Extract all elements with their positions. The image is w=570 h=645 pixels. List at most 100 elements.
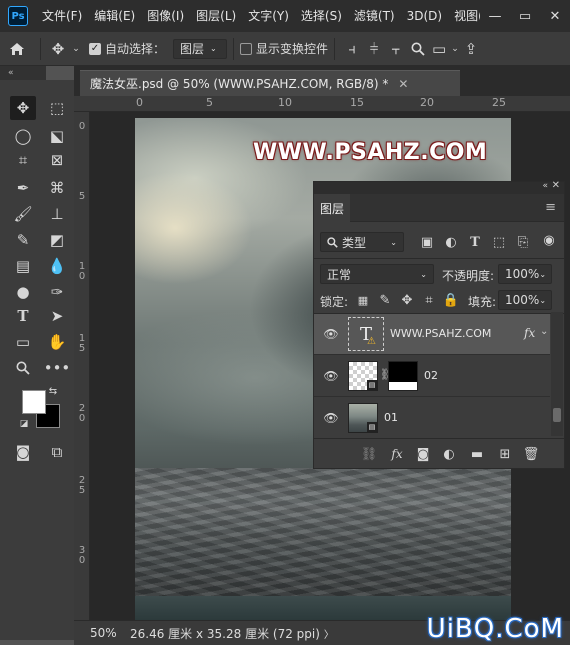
eye-icon[interactable]: 👁 [322, 369, 340, 383]
new-layer-icon[interactable]: ⊞ [496, 445, 514, 463]
type-tool-icon[interactable]: T [10, 304, 36, 328]
add-mask-icon[interactable]: ◙ [414, 445, 432, 463]
lock-all-icon[interactable]: 🔒 [442, 291, 460, 309]
filter-type-icon[interactable]: T [466, 233, 484, 251]
layer-row-01[interactable]: 👁 ▤ 01 [314, 398, 550, 439]
crop-tool-icon[interactable]: ⌗ [10, 148, 36, 172]
filter-shape-icon[interactable]: ⬚ [490, 233, 508, 251]
lasso-tool-icon[interactable]: ◯ [10, 124, 36, 148]
document-tab[interactable]: 魔法女巫.psd @ 50% (WWW.PSAHZ.COM, RGB/8) * … [80, 70, 460, 96]
lock-pixels-icon[interactable]: ✎ [376, 291, 394, 309]
quick-mask-icon[interactable]: ◙ [10, 440, 36, 464]
close-window-button[interactable]: ✕ [540, 0, 570, 32]
lock-transparency-icon[interactable]: ▦ [354, 291, 372, 309]
eye-icon[interactable]: 👁 [322, 327, 340, 341]
close-icon[interactable]: ✕ [552, 180, 560, 191]
swap-colors-icon[interactable]: ⇆ [46, 384, 60, 398]
filter-pixel-icon[interactable]: ▣ [418, 233, 436, 251]
layer-style-icon[interactable]: fx [388, 445, 406, 463]
object-select-tool-icon[interactable]: ⬕ [44, 124, 70, 148]
show-transform-control[interactable]: 显示变换控件 [240, 40, 328, 57]
menu-layer[interactable]: 图层(L) [190, 0, 242, 32]
search-icon[interactable] [407, 42, 429, 56]
chevron-down-icon[interactable]: ⌄ [540, 326, 548, 337]
menu-image[interactable]: 图像(I) [141, 0, 190, 32]
show-transform-checkbox[interactable] [240, 42, 253, 55]
move-tool-icon[interactable]: ✥ [47, 40, 69, 58]
menu-edit[interactable]: 编辑(E) [88, 0, 141, 32]
layer-name[interactable]: 02 [424, 369, 438, 382]
eyedropper-tool-icon[interactable]: ✒ [10, 176, 36, 200]
hand-tool-icon[interactable]: ✋ [44, 330, 70, 354]
maximize-button[interactable]: ▭ [510, 0, 540, 32]
adjustment-layer-icon[interactable]: ◐ [440, 445, 458, 463]
menu-select[interactable]: 选择(S) [295, 0, 348, 32]
vertical-ruler: 0 5 1 0 1 5 2 0 2 5 3 0 [74, 112, 90, 620]
canvas-text-layer[interactable]: WWW.PSAHZ.COM [253, 140, 487, 165]
content-aware-tool-icon[interactable]: ⌘ [44, 176, 70, 200]
toolbar-collapse[interactable]: « [0, 66, 46, 80]
filter-adjustment-icon[interactable]: ◐ [442, 233, 460, 251]
layer-effects-icon[interactable]: fx [524, 326, 535, 340]
minimize-button[interactable]: — [480, 0, 510, 32]
blend-mode-dropdown[interactable]: 正常 ⌄ [320, 264, 434, 284]
align-center-icon[interactable]: ⫩ [363, 40, 385, 58]
menu-3d[interactable]: 3D(D) [401, 0, 448, 32]
lock-artboard-icon[interactable]: ⌗ [420, 291, 438, 309]
eraser-tool-icon[interactable]: ◩ [44, 228, 70, 252]
layer-filter-dropdown[interactable]: 类型 ⌄ [320, 232, 404, 252]
auto-select-checkbox[interactable]: ✓ [89, 42, 101, 55]
share-icon[interactable]: ⇪ [461, 40, 481, 58]
layer-row-text[interactable]: 👁 T ⚠ WWW.PSAHZ.COM fx ⌄ [314, 314, 550, 355]
link-layers-icon[interactable]: ⛓ [360, 445, 378, 463]
align-right-icon[interactable]: ⫟ [385, 40, 407, 58]
filter-toggle-icon[interactable]: ◉ [540, 231, 558, 249]
filter-smart-object-icon[interactable]: ⎘ [514, 233, 532, 251]
dodge-tool-icon[interactable]: ● [10, 280, 36, 304]
default-colors-icon[interactable]: ◪ [18, 418, 30, 430]
menu-filter[interactable]: 滤镜(T) [348, 0, 401, 32]
layer-row-02[interactable]: 👁 ▤ ⛓ 02 [314, 356, 550, 397]
layer-name[interactable]: WWW.PSAHZ.COM [390, 327, 491, 340]
align-left-icon[interactable]: ⫞ [341, 40, 363, 58]
collapse-panel-icon[interactable]: « [542, 181, 548, 191]
pen-tool-icon[interactable]: ✑ [44, 280, 70, 304]
menu-file[interactable]: 文件(F) [36, 0, 88, 32]
blur-tool-icon[interactable]: 💧 [44, 254, 70, 278]
workspace-icon[interactable]: ▭ [429, 40, 449, 58]
status-menu-arrow[interactable]: 〉 [324, 626, 334, 641]
layer-name[interactable]: 01 [384, 411, 398, 424]
chevron-down-icon[interactable]: ⌄ [449, 44, 461, 54]
scrollbar-thumb[interactable] [553, 408, 561, 422]
zoom-level[interactable]: 50% [90, 626, 130, 640]
eye-icon[interactable]: 👁 [322, 411, 340, 425]
delete-layer-icon[interactable]: 🗑 [522, 445, 540, 463]
layer-mask-thumbnail[interactable] [388, 361, 418, 391]
menu-type[interactable]: 文字(Y) [242, 0, 295, 32]
more-tools-icon[interactable]: ••• [44, 356, 71, 380]
auto-select-control[interactable]: ✓ 自动选择： [89, 40, 165, 57]
home-icon[interactable] [0, 42, 34, 56]
tab-layers[interactable]: 图层 [314, 194, 350, 222]
path-select-tool-icon[interactable]: ➤ [44, 304, 70, 328]
marquee-tool-icon[interactable]: ⬚ [44, 96, 70, 120]
history-brush-tool-icon[interactable]: ✎ [10, 228, 36, 252]
gradient-tool-icon[interactable]: ▤ [10, 254, 36, 278]
chevron-down-icon[interactable]: ⌄ [69, 44, 83, 54]
lock-position-icon[interactable]: ✥ [398, 291, 416, 309]
screen-mode-icon[interactable]: ⧉ [44, 440, 70, 464]
zoom-tool-icon[interactable] [10, 356, 36, 380]
foreground-color-swatch[interactable] [22, 390, 46, 414]
opacity-input[interactable]: 100% ⌄ [498, 264, 552, 284]
layers-scrollbar[interactable] [551, 312, 563, 436]
fill-input[interactable]: 100% ⌄ [498, 290, 552, 310]
panel-menu-icon[interactable]: ≡ [545, 200, 556, 215]
stamp-tool-icon[interactable]: ⊥ [44, 202, 70, 226]
new-group-icon[interactable]: ▬ [468, 445, 486, 463]
auto-select-target-dropdown[interactable]: 图层 ⌄ [173, 38, 228, 59]
close-icon[interactable]: ✕ [398, 77, 408, 91]
rectangle-tool-icon[interactable]: ▭ [10, 330, 36, 354]
frame-tool-icon[interactable]: ⊠ [44, 148, 70, 172]
brush-tool-icon[interactable]: 🖌 [10, 202, 36, 226]
move-tool-icon[interactable]: ✥ [10, 96, 36, 120]
